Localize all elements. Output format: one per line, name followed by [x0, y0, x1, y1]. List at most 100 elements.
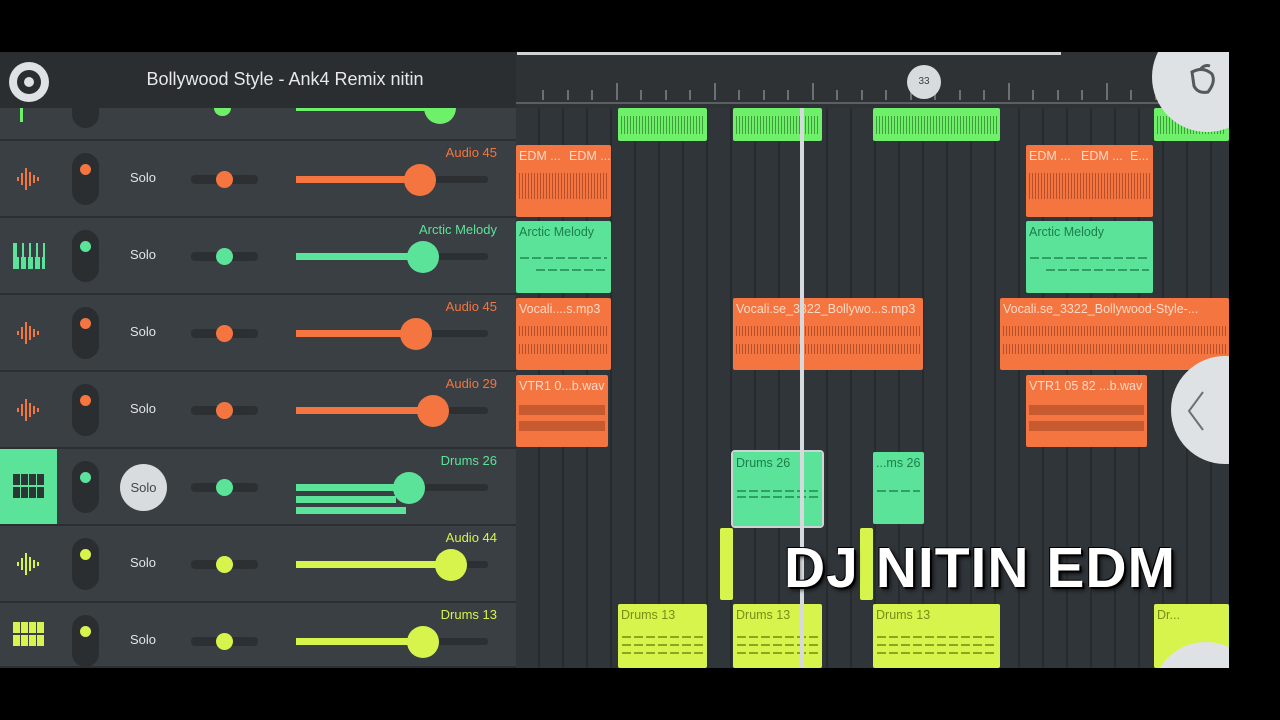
ruler-tick [1105, 83, 1108, 100]
waveform-icon[interactable] [0, 526, 57, 601]
drum-pads-icon[interactable] [0, 603, 57, 666]
audio-clip[interactable] [720, 528, 733, 600]
ruler-line [516, 102, 1229, 104]
volume-slider[interactable] [296, 395, 488, 427]
clip[interactable] [733, 108, 822, 141]
audio-clip[interactable]: EDM ... EDM ... [516, 145, 611, 217]
volume-slider[interactable] [296, 164, 488, 196]
drum-pads-icon[interactable] [0, 449, 57, 524]
ruler-tick [1056, 90, 1059, 100]
header-bar: Bollywood Style - Ank4 Remix nitin [0, 52, 516, 108]
ruler-tick [542, 90, 544, 100]
waveform-icon[interactable] [0, 372, 57, 447]
ruler-tick [885, 90, 887, 100]
audio-clip[interactable]: Vocali....s.mp3 [516, 298, 611, 370]
project-title: Bollywood Style - Ank4 Remix nitin [146, 69, 424, 89]
volume-slider[interactable] [296, 472, 488, 504]
volume-slider[interactable] [296, 241, 488, 273]
pan-slider[interactable] [191, 556, 258, 573]
clip[interactable] [618, 108, 707, 141]
track-row-selected: Solo Drums 26 [0, 449, 516, 526]
volume-slider[interactable] [296, 318, 488, 350]
solo-button[interactable]: Solo [114, 247, 172, 262]
ruler-tick [1032, 90, 1034, 100]
sub-lane-bar [296, 496, 396, 503]
timeline-ruler[interactable] [516, 52, 1229, 108]
track-row: Solo Audio 45 [0, 141, 516, 218]
ruler-tick [1007, 83, 1010, 100]
pattern-clip[interactable]: Drums 13 [618, 604, 707, 668]
ruler-tick [762, 90, 765, 100]
track-name: Audio 44 [445, 530, 497, 545]
pattern-clip[interactable]: ...ms 26 [873, 452, 924, 524]
pan-slider[interactable] [191, 171, 258, 188]
pan-slider[interactable] [191, 248, 258, 265]
track-name: Arctic Melody [418, 222, 497, 237]
solo-button[interactable]: Solo [114, 324, 172, 339]
mute-toggle[interactable] [72, 461, 99, 513]
pattern-clip-selected[interactable]: Drums 26 [731, 450, 824, 528]
pan-slider[interactable] [191, 402, 258, 419]
waveform-icon[interactable] [0, 141, 57, 216]
pan-slider[interactable] [191, 479, 258, 496]
audio-clip[interactable]: VTR1 05 82 ...b.wav [1026, 375, 1147, 447]
solo-button[interactable]: Solo [114, 555, 172, 570]
audio-clip[interactable]: VTR1 0...b.wav [516, 375, 608, 447]
ruler-tick [640, 90, 642, 100]
pattern-clip[interactable]: Arctic Melody [1026, 221, 1153, 293]
pattern-clip[interactable]: Drums 13 [873, 604, 1000, 668]
track-row-partial [0, 108, 516, 141]
pattern-clip[interactable]: Drums 13 [733, 604, 822, 668]
audio-clip[interactable]: Vocali.se_3322_Bollywo...s.mp3 [733, 298, 923, 370]
ruler-tick [664, 90, 667, 100]
ruler-tick [566, 90, 569, 100]
pan-slider[interactable] [191, 325, 258, 342]
ruler-tick [738, 90, 740, 100]
clip[interactable] [873, 108, 1000, 141]
ruler-tick [836, 90, 838, 100]
solo-button-active[interactable]: Solo [120, 464, 167, 511]
ruler-tick [689, 90, 691, 100]
volume-slider[interactable] [296, 626, 488, 658]
track-name: Audio 29 [445, 376, 497, 391]
mute-toggle[interactable] [72, 307, 99, 359]
bar-marker[interactable]: 33 [907, 65, 941, 99]
mute-toggle[interactable] [72, 384, 99, 436]
track-row: Solo Audio 45 [0, 295, 516, 372]
ruler-tick [713, 83, 716, 100]
ruler-tick [1130, 90, 1132, 100]
solo-button[interactable]: Solo [114, 401, 172, 416]
track-name: Drums 26 [440, 453, 497, 468]
track-name: Drums 13 [440, 607, 497, 622]
ruler-tick [615, 83, 618, 100]
ruler-tick [787, 90, 789, 100]
piano-icon[interactable] [0, 218, 57, 293]
track-row: Solo Audio 29 [0, 372, 516, 449]
track-list: Solo Audio 45 Solo Arctic Melody Solo Au… [0, 108, 516, 668]
track-row: Solo Drums 13 [0, 603, 516, 668]
ruler-tick [811, 83, 814, 100]
menu-logo-icon[interactable] [9, 62, 49, 102]
audio-clip[interactable]: EDM ... EDM ... E... [1026, 145, 1153, 217]
solo-button[interactable]: Solo [114, 170, 172, 185]
ruler-tick [958, 90, 961, 100]
volume-slider[interactable] [296, 549, 488, 581]
pattern-clip[interactable]: Arctic Melody [516, 221, 611, 293]
watermark-text: DJ NITIN EDM [784, 536, 1177, 600]
ruler-tick [591, 90, 593, 100]
track-row: Solo Audio 44 [0, 526, 516, 603]
track-row: Solo Arctic Melody [0, 218, 516, 295]
mute-toggle[interactable] [72, 230, 99, 282]
ruler-tick [860, 90, 863, 100]
solo-button[interactable]: Solo [114, 632, 172, 647]
pan-slider[interactable] [191, 633, 258, 650]
audio-clip[interactable]: Vocali.se_3322_Bollywood-Style-... [1000, 298, 1229, 370]
mute-toggle[interactable] [72, 538, 99, 590]
mute-toggle[interactable] [72, 615, 99, 667]
waveform-icon[interactable] [0, 295, 57, 370]
mute-toggle[interactable] [72, 153, 99, 205]
horizontal-scrollbar[interactable] [517, 52, 1061, 55]
track-name: Audio 45 [445, 299, 497, 314]
track-name: Audio 45 [445, 145, 497, 160]
ruler-tick [983, 90, 985, 100]
